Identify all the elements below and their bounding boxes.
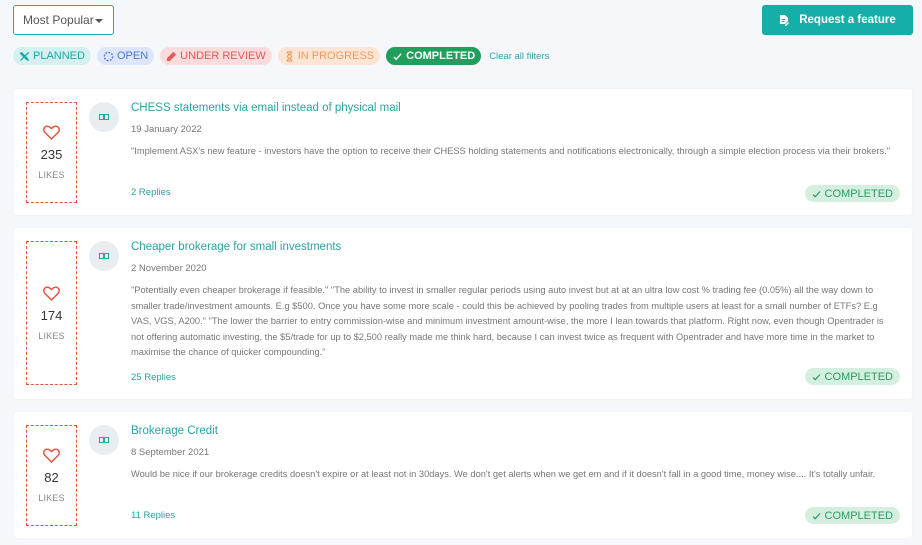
book-icon bbox=[99, 114, 109, 120]
avatar bbox=[89, 102, 119, 132]
check-icon bbox=[393, 52, 402, 60]
caret-down-icon bbox=[95, 19, 103, 23]
document-edit-icon bbox=[780, 14, 790, 26]
status-label: COMPLETED bbox=[824, 370, 893, 383]
filter-label: PLANNED bbox=[33, 50, 85, 62]
post-body: "Implement ASX's new feature - investors… bbox=[131, 146, 891, 156]
like-count: 174 bbox=[40, 307, 63, 323]
filter-label: COMPLETED bbox=[406, 50, 476, 62]
filter-completed[interactable]: COMPLETED bbox=[386, 47, 482, 65]
filter-open[interactable]: OPEN bbox=[96, 47, 155, 65]
like-button[interactable]: 174 LIKES bbox=[26, 241, 77, 385]
status-label: COMPLETED bbox=[824, 509, 893, 522]
check-icon bbox=[812, 512, 820, 520]
post-title[interactable]: CHESS statements via email instead of ph… bbox=[131, 102, 401, 114]
post-date: 2 November 2020 bbox=[131, 263, 207, 274]
sort-value: Most Popular bbox=[23, 13, 94, 27]
status-filters: PLANNED OPEN UNDER REVIEW IN PROGRESS CO… bbox=[13, 47, 549, 65]
post-body: Would be nice if our brokerage credits d… bbox=[131, 469, 876, 479]
status-badge: COMPLETED bbox=[804, 368, 900, 385]
likes-label: LIKES bbox=[38, 330, 65, 341]
post-date: 8 September 2021 bbox=[131, 447, 210, 458]
replies-link[interactable]: 11 Replies bbox=[131, 510, 175, 521]
replies-link[interactable]: 25 Replies bbox=[131, 372, 176, 383]
heart-icon bbox=[43, 448, 60, 463]
filter-label: IN PROGRESS bbox=[297, 50, 375, 62]
avatar bbox=[89, 241, 119, 271]
likes-label: LIKES bbox=[38, 170, 65, 180]
filter-planned[interactable]: PLANNED bbox=[13, 47, 91, 65]
replies-link[interactable]: 2 Replies bbox=[131, 187, 171, 198]
likes-label: LIKES bbox=[38, 493, 65, 503]
pencil-icon bbox=[167, 51, 177, 61]
toolbar: Most Popular Request a feature bbox=[13, 5, 913, 35]
status-label: COMPLETED bbox=[824, 187, 893, 200]
feature-card: 235 LIKES CHESS statements via email ins… bbox=[14, 89, 912, 215]
post-body: "Potentially even cheaper brokerage if f… bbox=[131, 285, 884, 357]
filter-under-review[interactable]: UNDER REVIEW bbox=[160, 47, 272, 65]
filter-label: OPEN bbox=[116, 50, 149, 62]
heart-icon bbox=[43, 285, 60, 301]
like-button[interactable]: 235 LIKES bbox=[26, 102, 77, 203]
book-icon bbox=[99, 253, 109, 259]
book-icon bbox=[99, 437, 109, 443]
sort-dropdown[interactable]: Most Popular bbox=[13, 5, 114, 35]
circle-dashed-icon bbox=[103, 51, 114, 61]
like-count: 235 bbox=[40, 147, 63, 162]
feature-card: 174 LIKES Cheaper brokerage for small in… bbox=[14, 228, 912, 399]
request-feature-label: Request a feature bbox=[799, 14, 896, 26]
avatar bbox=[89, 425, 119, 455]
hourglass-icon bbox=[286, 50, 293, 62]
filter-label: UNDER REVIEW bbox=[180, 50, 266, 62]
status-badge: COMPLETED bbox=[804, 507, 900, 524]
post-title[interactable]: Cheaper brokerage for small investments bbox=[131, 241, 341, 253]
heart-icon bbox=[43, 125, 60, 140]
check-icon bbox=[812, 373, 820, 381]
post-date: 19 January 2022 bbox=[131, 124, 202, 135]
post-title[interactable]: Brokerage Credit bbox=[131, 425, 218, 437]
tools-icon bbox=[19, 51, 30, 61]
filter-in-progress[interactable]: IN PROGRESS bbox=[277, 47, 381, 65]
request-feature-button[interactable]: Request a feature bbox=[762, 5, 913, 35]
like-count: 82 bbox=[44, 470, 59, 485]
clear-filters-link[interactable]: Clear all filters bbox=[489, 51, 549, 62]
status-badge: COMPLETED bbox=[804, 185, 900, 202]
like-button[interactable]: 82 LIKES bbox=[26, 425, 77, 526]
feature-card: 82 LIKES Brokerage Credit 8 September 20… bbox=[14, 412, 912, 538]
check-icon bbox=[812, 190, 820, 198]
